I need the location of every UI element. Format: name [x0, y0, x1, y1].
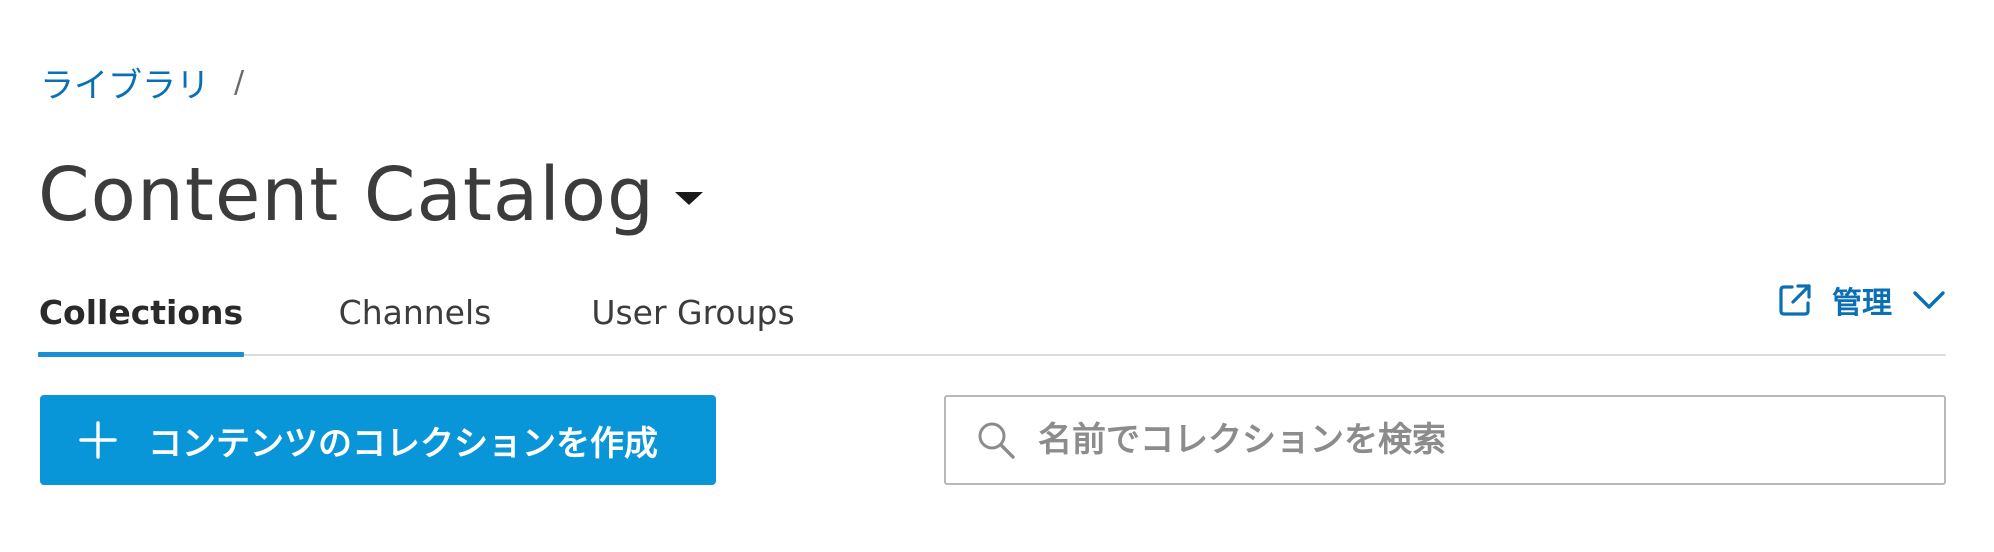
tab-bar: Collections Channels User Groups — [38, 270, 1946, 357]
plus-icon — [79, 421, 117, 459]
catalog-title-dropdown[interactable]: Content Catalog — [38, 150, 704, 240]
collection-search-input[interactable] — [1038, 405, 1918, 475]
collection-search-box — [944, 395, 1946, 485]
breadcrumb-library-link[interactable]: ライブラリ — [40, 58, 210, 107]
tab-user-groups[interactable]: User Groups — [568, 270, 818, 354]
page-title: Content Catalog — [38, 152, 656, 238]
tab-channels[interactable]: Channels — [310, 270, 520, 354]
create-collection-label: コンテンツのコレクションを作成 — [148, 423, 658, 464]
breadcrumb-separator: / — [234, 65, 245, 100]
manage-menu-button[interactable]: 管理 — [1778, 270, 1946, 330]
create-collection-button[interactable]: コンテンツのコレクションを作成 — [40, 395, 716, 485]
chevron-down-icon — [1913, 291, 1945, 309]
manage-label: 管理 — [1832, 286, 1892, 321]
search-icon — [978, 422, 1015, 459]
tab-collections[interactable]: Collections — [38, 270, 244, 357]
caret-down-icon — [675, 191, 704, 205]
external-link-icon — [1779, 284, 1811, 316]
library-page: ライブラリ / Content Catalog Collections Chan… — [0, 0, 1994, 552]
breadcrumb: ライブラリ / — [40, 58, 244, 107]
